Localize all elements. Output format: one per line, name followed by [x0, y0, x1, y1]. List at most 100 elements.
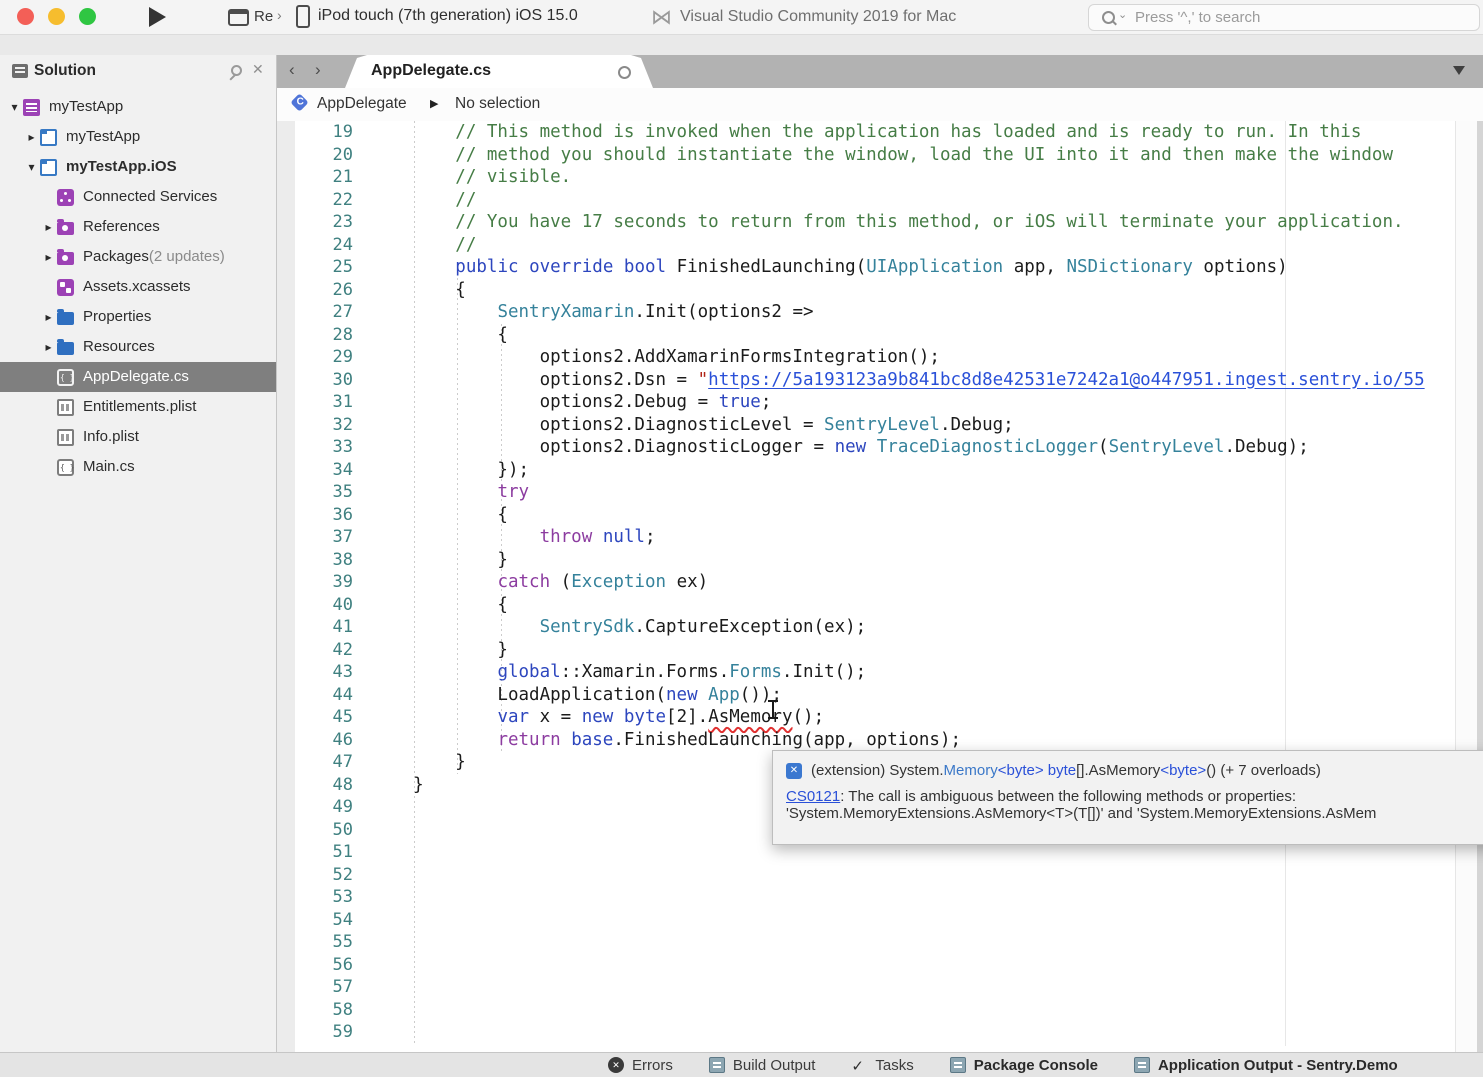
code-line[interactable]: 20 // method you should instantiate the … [277, 144, 1460, 167]
tab-appdelegate[interactable]: AppDelegate.cs [345, 55, 653, 88]
sidebar-item-mytestapp[interactable]: ▸ myTestApp [0, 122, 276, 152]
disclosure-expanded-icon[interactable]: ▾ [6, 100, 23, 114]
sidebar-item-info-plist[interactable]: Info.plist [0, 422, 276, 452]
sidebar-item-label: myTestApp [66, 128, 140, 145]
code-text: catch (Exception ex) [371, 572, 708, 592]
tab-overflow-icon[interactable] [1453, 66, 1465, 75]
sidebar-item-connected-services[interactable]: Connected Services [0, 182, 276, 212]
code-line[interactable]: 46 return base.FinishedLaunching(app, op… [277, 729, 1460, 752]
device-selector[interactable]: iPod touch (7th generation) iOS 15.0 [318, 7, 578, 25]
line-number: 40 [277, 595, 353, 615]
error-code-link[interactable]: CS0121 [786, 788, 840, 805]
code-line[interactable]: 32 options2.DiagnosticLevel = SentryLeve… [277, 414, 1460, 437]
line-number: 59 [277, 1022, 353, 1042]
code-line[interactable]: 57 [277, 976, 1460, 999]
code-line[interactable]: 45 var x = new byte[2].AsMemory(); [277, 706, 1460, 729]
disclosure-collapsed-icon[interactable]: ▸ [40, 340, 57, 354]
code-line[interactable]: 52 [277, 864, 1460, 887]
sidebar-item-label: References [83, 218, 160, 235]
code-line[interactable]: 53 [277, 886, 1460, 909]
chevron-down-icon: ⌄ [1118, 8, 1127, 21]
sidebar-item-resources[interactable]: ▸Resources [0, 332, 276, 362]
code-line[interactable]: 58 [277, 999, 1460, 1022]
sidebar-item-entitlements-plist[interactable]: Entitlements.plist [0, 392, 276, 422]
doc-icon [1134, 1057, 1150, 1073]
pin-icon[interactable] [228, 63, 244, 79]
sidebar-item-mytestapp-ios[interactable]: ▾myTestApp.iOS [0, 152, 276, 182]
statusbar-item-errors[interactable]: Errors [608, 1057, 673, 1074]
navigate-back-icon[interactable]: ‹ [289, 60, 295, 80]
code-line[interactable]: 37 throw null; [277, 526, 1460, 549]
editor-scrollbar[interactable] [1455, 121, 1478, 1052]
close-icon[interactable]: ✕ [252, 61, 264, 78]
code-line[interactable]: 23 // You have 17 seconds to return from… [277, 211, 1460, 234]
code-line[interactable]: 26 { [277, 279, 1460, 302]
line-number: 27 [277, 302, 353, 322]
code-line[interactable]: 56 [277, 954, 1460, 977]
sidebar-item-label: Entitlements.plist [83, 398, 196, 415]
search-input[interactable]: ⌄ Press '^,' to search [1088, 4, 1480, 31]
run-button[interactable] [149, 7, 166, 27]
code-line[interactable]: 34 }); [277, 459, 1460, 482]
solution-tree: ▾myTestApp ▸ myTestApp ▾myTestApp.iOSConnec… [0, 92, 276, 482]
line-number: 50 [277, 820, 353, 840]
code-text: global::Xamarin.Forms.Forms.Init(); [371, 662, 866, 682]
code-line[interactable]: 22 // [277, 189, 1460, 212]
code-line[interactable]: 31 options2.Debug = true; [277, 391, 1460, 414]
code-line[interactable]: 59 [277, 1021, 1460, 1044]
zoom-window-button[interactable] [79, 8, 96, 25]
code-line[interactable]: 44 LoadApplication(new App()); [277, 684, 1460, 707]
code-line[interactable]: 27 SentryXamarin.Init(options2 => [277, 301, 1460, 324]
solution-icon [23, 99, 40, 116]
line-number: 47 [277, 752, 353, 772]
code-text: // method you should instantiate the win… [371, 145, 1393, 165]
code-line[interactable]: 39 catch (Exception ex) [277, 571, 1460, 594]
sidebar-item-main-cs[interactable]: Main.cs [0, 452, 276, 482]
sidebar-item-mytestapp[interactable]: ▾myTestApp [0, 92, 276, 122]
code-line[interactable]: 41 SentrySdk.CaptureException(ex); [277, 616, 1460, 639]
plist-file-icon [57, 429, 74, 446]
code-line[interactable]: 25 public override bool FinishedLaunchin… [277, 256, 1460, 279]
code-line[interactable]: 38 } [277, 549, 1460, 572]
navigate-forward-icon[interactable]: › [315, 60, 321, 80]
code-text: options2.AddXamarinFormsIntegration(); [371, 347, 940, 367]
check-icon [851, 1057, 867, 1073]
sidebar-item-references[interactable]: ▸ References [0, 212, 276, 242]
disclosure-collapsed-icon[interactable]: ▸ [23, 130, 40, 144]
code-line[interactable]: 35 try [277, 481, 1460, 504]
code-line[interactable]: 54 [277, 909, 1460, 932]
code-line[interactable]: 21 // visible. [277, 166, 1460, 189]
statusbar-item-application-output-sentry-demo[interactable]: Application Output - Sentry.Demo [1134, 1057, 1398, 1074]
code-line[interactable]: 43 global::Xamarin.Forms.Forms.Init(); [277, 661, 1460, 684]
close-window-button[interactable] [17, 8, 34, 25]
sidebar-item-packages[interactable]: ▸Packages (2 updates) [0, 242, 276, 272]
statusbar-item-tasks[interactable]: Tasks [851, 1057, 913, 1074]
disclosure-expanded-icon[interactable]: ▾ [23, 160, 40, 174]
code-line[interactable]: 24 // [277, 234, 1460, 257]
code-line[interactable]: 30 options2.Dsn = "https://5a193123a9b84… [277, 369, 1460, 392]
sidebar-item-assets-xcassets[interactable]: Assets.xcassets [0, 272, 276, 302]
sidebar-item-properties[interactable]: ▸Properties [0, 302, 276, 332]
code-line[interactable]: 33 options2.DiagnosticLogger = new Trace… [277, 436, 1460, 459]
code-line[interactable]: 40 { [277, 594, 1460, 617]
disclosure-collapsed-icon[interactable]: ▸ [40, 310, 57, 324]
code-line[interactable]: 19 // This method is invoked when the ap… [277, 121, 1460, 144]
code-editor[interactable]: 19 // This method is invoked when the ap… [277, 121, 1483, 1052]
code-line[interactable]: 28 { [277, 324, 1460, 347]
disclosure-collapsed-icon[interactable]: ▸ [40, 250, 57, 264]
configuration-selector[interactable]: Re [254, 8, 273, 25]
minimize-window-button[interactable] [48, 8, 65, 25]
statusbar-item-build-output[interactable]: Build Output [709, 1057, 816, 1074]
code-line[interactable]: 36 { [277, 504, 1460, 527]
breadcrumb-selection[interactable]: No selection [455, 95, 540, 113]
line-number: 41 [277, 617, 353, 637]
breadcrumb-class[interactable]: AppDelegate [317, 95, 407, 113]
sidebar-item-appdelegate-cs[interactable]: AppDelegate.cs [0, 362, 276, 392]
code-line[interactable]: 42 } [277, 639, 1460, 662]
sidebar-item-suffix: (2 updates) [149, 248, 225, 265]
statusbar-item-package-console[interactable]: Package Console [950, 1057, 1098, 1074]
code-line[interactable]: 29 options2.AddXamarinFormsIntegration()… [277, 346, 1460, 369]
folder-purple-icon [57, 252, 74, 265]
code-line[interactable]: 55 [277, 931, 1460, 954]
disclosure-collapsed-icon[interactable]: ▸ [40, 220, 57, 234]
